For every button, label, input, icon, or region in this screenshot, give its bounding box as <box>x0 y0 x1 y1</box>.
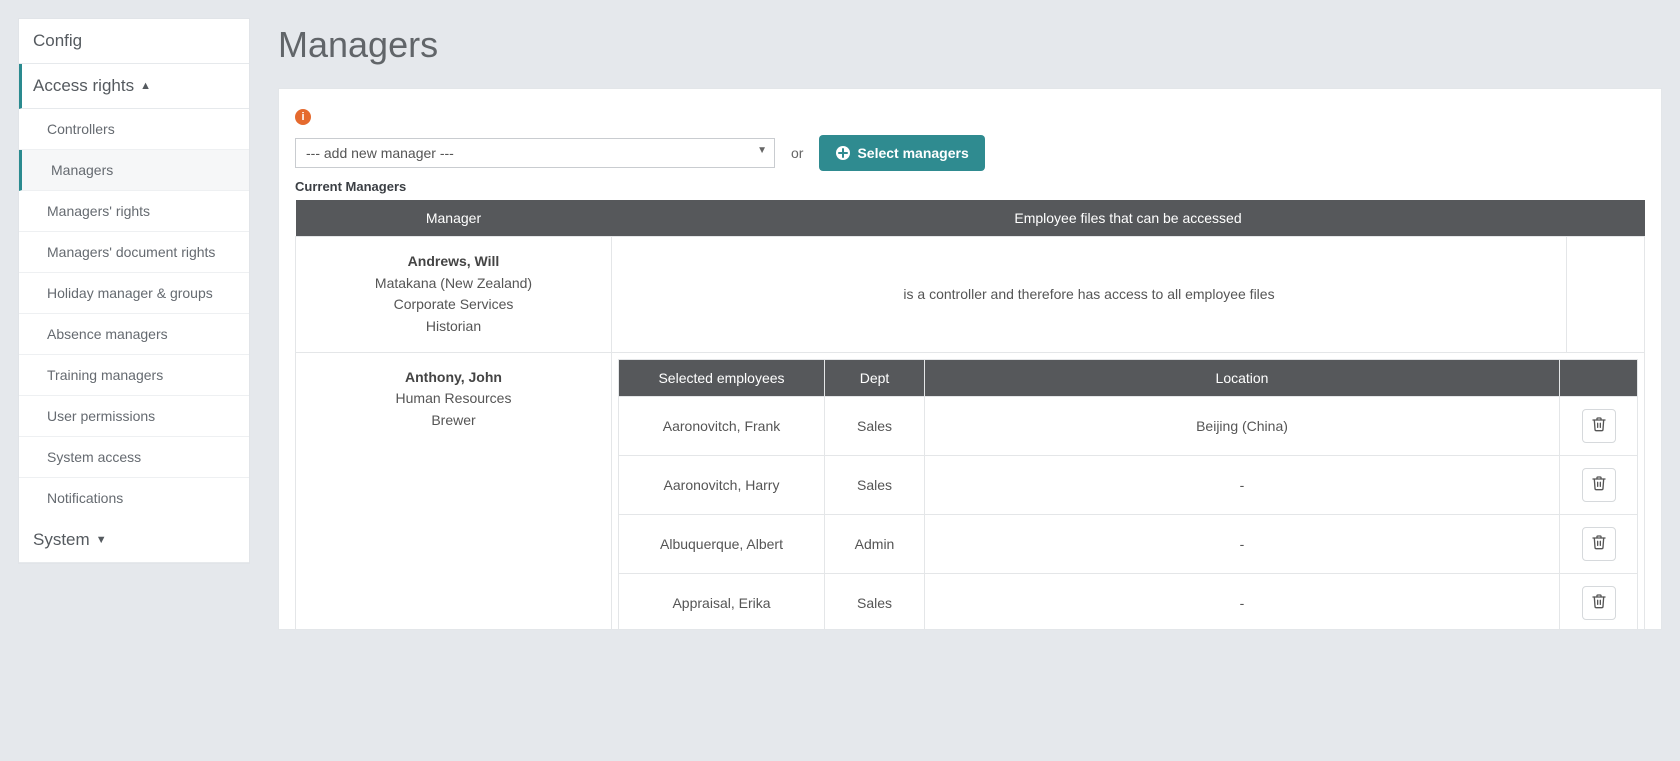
manager-location: Matakana (New Zealand) <box>306 273 601 295</box>
sidebar-item-holiday-manager-groups[interactable]: Holiday manager & groups <box>19 273 249 314</box>
controller-note: is a controller and therefore has access… <box>612 237 1567 353</box>
employee-dept: Sales <box>825 573 925 630</box>
employee-row: Aaronovitch, FrankSalesBeijing (China) <box>619 396 1638 455</box>
sidebar-item-system-access[interactable]: System access <box>19 437 249 478</box>
delete-employee-button[interactable] <box>1582 527 1616 561</box>
employees-cell: Selected employees Dept Location Aaronov… <box>612 352 1645 630</box>
or-label: or <box>791 145 803 161</box>
table-row: Anthony, John Human Resources Brewer <box>296 352 1645 630</box>
managers-table: Manager Employee files that can be acces… <box>295 200 1645 630</box>
employee-row: Appraisal, ErikaSales- <box>619 573 1638 630</box>
row-actions-empty <box>1567 237 1645 353</box>
trash-icon <box>1591 416 1607 435</box>
trash-icon <box>1591 593 1607 612</box>
sidebar-item-label: System access <box>47 449 141 465</box>
add-manager-select-wrap: --- add new manager --- <box>295 138 775 168</box>
page-title: Managers <box>278 24 1662 66</box>
managers-panel: i --- add new manager --- or Select mana… <box>278 88 1662 630</box>
th-actions <box>1560 359 1638 396</box>
delete-employee-button[interactable] <box>1582 586 1616 620</box>
sidebar-item-controllers[interactable]: Controllers <box>19 109 249 150</box>
sidebar-item-label: Absence managers <box>47 326 168 342</box>
employees-table: Selected employees Dept Location Aaronov… <box>618 359 1638 630</box>
employee-row: Albuquerque, AlbertAdmin- <box>619 514 1638 573</box>
sidebar-item-managers-document-rights[interactable]: Managers' document rights <box>19 232 249 273</box>
employee-location: - <box>925 573 1560 630</box>
sidebar-item-label: Controllers <box>47 121 115 137</box>
sidebar-section-system[interactable]: System ▼ <box>19 518 249 563</box>
sidebar-item-label: Managers' rights <box>47 203 150 219</box>
employee-dept: Sales <box>825 455 925 514</box>
employee-name: Albuquerque, Albert <box>619 514 825 573</box>
select-managers-button-label: Select managers <box>857 145 968 161</box>
manager-dept: Corporate Services <box>306 294 601 316</box>
sidebar-item-user-permissions[interactable]: User permissions <box>19 396 249 437</box>
sidebar-item-label: Managers' document rights <box>47 244 215 260</box>
employee-name: Aaronovitch, Frank <box>619 396 825 455</box>
employee-location: Beijing (China) <box>925 396 1560 455</box>
sidebar-item-managers-rights[interactable]: Managers' rights <box>19 191 249 232</box>
th-files: Employee files that can be accessed <box>612 200 1645 237</box>
sidebar-section-config[interactable]: Config <box>19 19 249 64</box>
sidebar-section-system-label: System <box>33 530 90 550</box>
employee-name: Appraisal, Erika <box>619 573 825 630</box>
manager-role: Brewer <box>306 410 601 432</box>
employee-row: Aaronovitch, HarrySales- <box>619 455 1638 514</box>
sidebar-section-config-label: Config <box>33 31 82 51</box>
manager-cell: Andrews, Will Matakana (New Zealand) Cor… <box>296 237 612 353</box>
employee-name: Aaronovitch, Harry <box>619 455 825 514</box>
manager-name: Andrews, Will <box>306 251 601 273</box>
employee-location: - <box>925 514 1560 573</box>
sidebar-item-notifications[interactable]: Notifications <box>19 478 249 518</box>
chevron-down-icon: ▼ <box>96 534 107 546</box>
main-content: Managers i --- add new manager --- or Se… <box>278 18 1662 743</box>
sidebar-item-label: Managers <box>51 162 113 178</box>
chevron-up-icon: ▲ <box>140 80 151 92</box>
sidebar-items-access-rights: Controllers Managers Managers' rights Ma… <box>19 109 249 518</box>
th-dept: Dept <box>825 359 925 396</box>
sidebar-item-label: Notifications <box>47 490 123 506</box>
sidebar-section-access-rights-label: Access rights <box>33 76 134 96</box>
sidebar: Config Access rights ▲ Controllers Manag… <box>18 18 250 564</box>
sidebar-item-label: Training managers <box>47 367 163 383</box>
delete-employee-button[interactable] <box>1582 409 1616 443</box>
th-manager: Manager <box>296 200 612 237</box>
th-selected-employees: Selected employees <box>619 359 825 396</box>
trash-icon <box>1591 475 1607 494</box>
manager-dept: Human Resources <box>306 388 601 410</box>
employee-actions <box>1560 455 1638 514</box>
select-managers-button[interactable]: Select managers <box>819 135 984 171</box>
info-icon[interactable]: i <box>295 109 311 125</box>
manager-cell: Anthony, John Human Resources Brewer <box>296 352 612 630</box>
sidebar-item-training-managers[interactable]: Training managers <box>19 355 249 396</box>
current-managers-label: Current Managers <box>295 179 1645 194</box>
add-manager-select[interactable]: --- add new manager --- <box>295 138 775 168</box>
add-manager-controls: --- add new manager --- or Select manage… <box>295 135 1645 171</box>
employee-dept: Admin <box>825 514 925 573</box>
th-location: Location <box>925 359 1560 396</box>
sidebar-item-label: User permissions <box>47 408 155 424</box>
sidebar-section-access-rights[interactable]: Access rights ▲ <box>19 64 249 109</box>
sidebar-item-absence-managers[interactable]: Absence managers <box>19 314 249 355</box>
table-row: Andrews, Will Matakana (New Zealand) Cor… <box>296 237 1645 353</box>
employee-actions <box>1560 396 1638 455</box>
sidebar-item-managers[interactable]: Managers <box>19 150 249 191</box>
sidebar-item-label: Holiday manager & groups <box>47 285 213 301</box>
employee-actions <box>1560 514 1638 573</box>
employee-actions <box>1560 573 1638 630</box>
employee-location: - <box>925 455 1560 514</box>
manager-name: Anthony, John <box>306 367 601 389</box>
plus-circle-icon <box>835 145 851 161</box>
employee-dept: Sales <box>825 396 925 455</box>
trash-icon <box>1591 534 1607 553</box>
manager-role: Historian <box>306 316 601 338</box>
delete-employee-button[interactable] <box>1582 468 1616 502</box>
